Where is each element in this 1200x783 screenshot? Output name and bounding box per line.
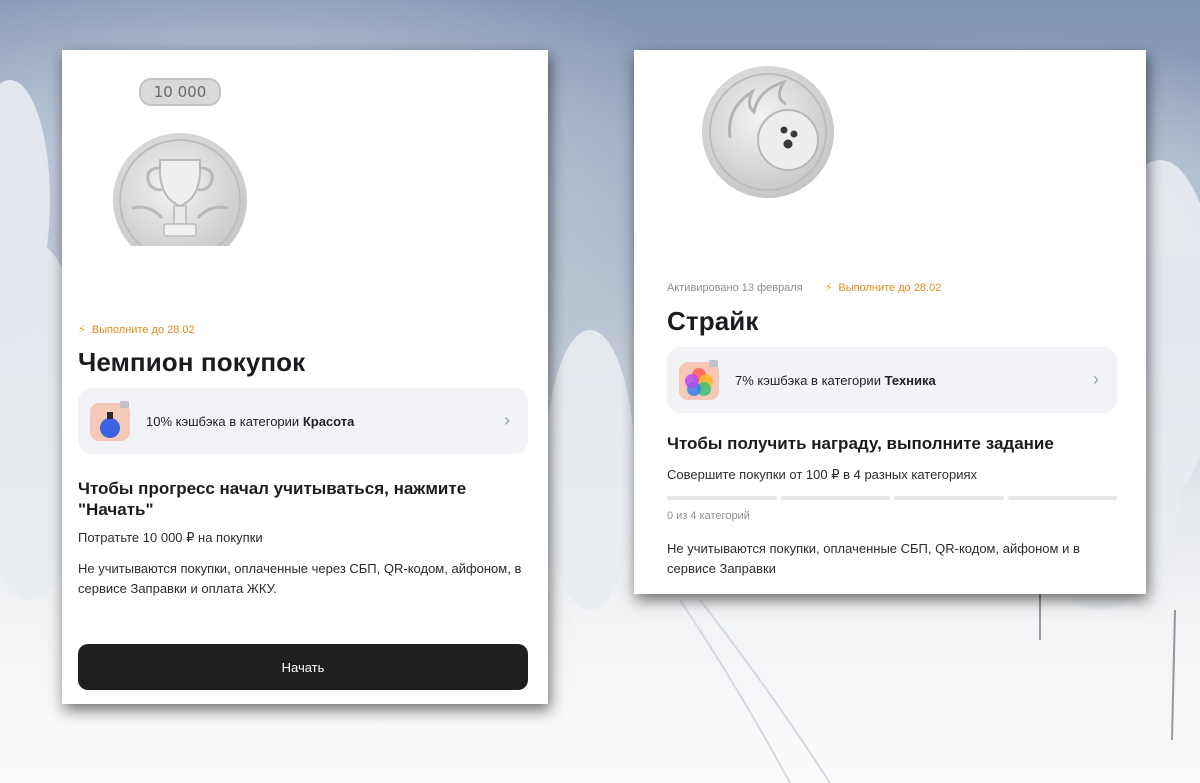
bowling-ball-medal-icon: [700, 64, 836, 200]
instruction-title: Чтобы получить награду, выполните задани…: [667, 434, 1054, 453]
deadline: ⚡ Выполните до 28.02: [78, 323, 195, 337]
medal-value: 10 000: [153, 83, 207, 101]
deadline: ⚡ Выполните до 28.02: [824, 281, 942, 295]
progress-label: 0 из 4 категорий: [667, 510, 750, 522]
cashback-category: Техника: [884, 372, 936, 388]
exclusions-note: Не учитываются покупки, оплаченные через…: [78, 561, 522, 596]
bolt-icon: ⚡: [824, 282, 833, 294]
instruction-title: Чтобы прогресс начал учитываться, нажмит…: [78, 479, 467, 519]
bolt-icon: ⚡: [78, 324, 86, 336]
progress-segment: [1007, 496, 1117, 500]
color-wheel-icon: [679, 360, 719, 400]
chevron-right-icon: ›: [504, 410, 510, 430]
challenge-title: Страйк: [667, 306, 759, 336]
task-text: Совершите покупки от 100 ₽ в 4 разных ка…: [667, 467, 978, 482]
task-text: Потратьте 10 000 ₽ на покупки: [78, 530, 263, 545]
cashback-prefix: 10% кэшбэка в категории: [146, 413, 300, 429]
cashback-offer-beauty[interactable]: 10% кэшбэка в категории Красота ›: [78, 388, 528, 454]
trophy-medal-icon: 10 000: [112, 78, 250, 267]
challenge-title: Чемпион покупок: [78, 347, 306, 377]
medal-value-badge: 10 000: [139, 78, 221, 106]
deadline-text: Выполните до 28.02: [91, 323, 195, 336]
challenge-card-strike: Активировано 13 февраля ⚡ Выполните до 2…: [634, 50, 1146, 594]
cashback-offer-electronics[interactable]: 7% кэшбэка в категории Техника ›: [667, 347, 1117, 413]
deadline-row: ⚡ Выполните до 28.02: [78, 323, 195, 337]
chevron-right-icon: ›: [1093, 369, 1099, 389]
progress-segment: [894, 496, 1004, 500]
start-button[interactable]: Начать: [78, 644, 528, 690]
cashback-text: 10% кэшбэка в категории Красота: [146, 414, 354, 429]
deadline-text: Выполните до 28.02: [838, 281, 942, 294]
perfume-icon: [90, 401, 130, 441]
progress-segment: [667, 496, 777, 500]
cashback-prefix: 7% кэшбэка в категории: [735, 372, 881, 388]
category-progress-bar: [667, 496, 1117, 500]
status-row: Активировано 13 февраля ⚡ Выполните до 2…: [667, 281, 942, 295]
progress-segment: [780, 496, 890, 500]
challenge-card-champion: 10 000 ⚡ Выполните до 28.02 Чемпион поку…: [62, 50, 548, 704]
cashback-category: Красота: [302, 413, 355, 429]
exclusions-note: Не учитываются покупки, оплаченные СБП, …: [667, 541, 1080, 576]
cashback-text: 7% кэшбэка в категории Техника: [735, 373, 936, 388]
activated-date: Активировано 13 февраля: [667, 281, 803, 294]
